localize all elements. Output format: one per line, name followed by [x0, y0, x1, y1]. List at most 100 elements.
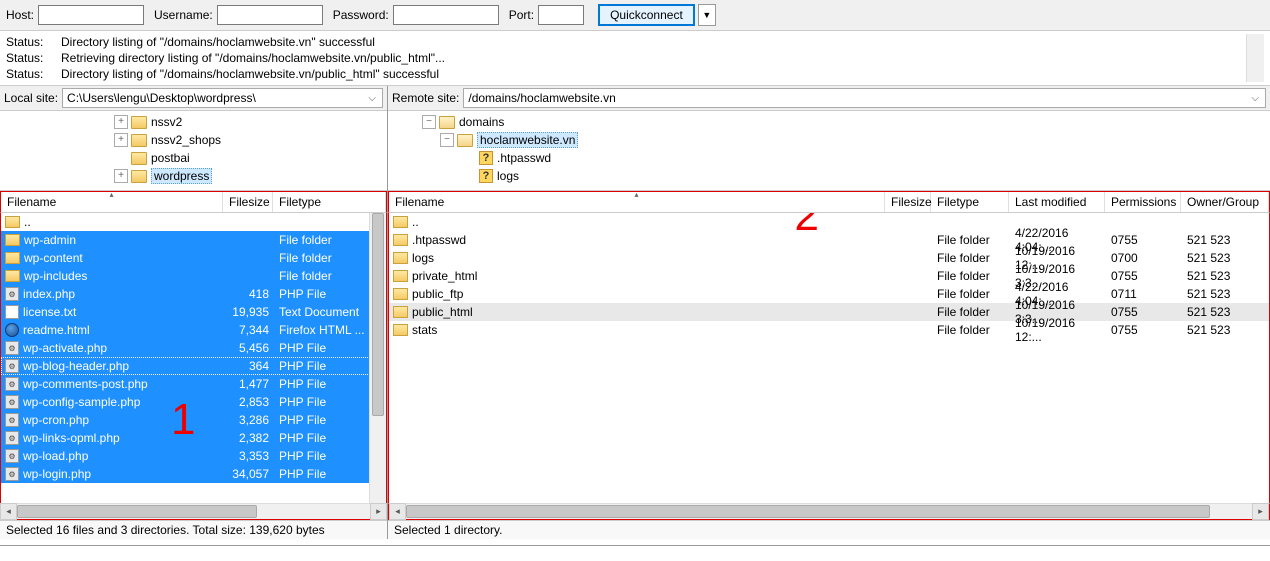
folder-icon — [393, 216, 408, 228]
tree-toggle-icon[interactable]: − — [440, 133, 454, 147]
folder-icon — [131, 116, 147, 129]
php-icon: ⚙ — [5, 359, 19, 373]
file-row[interactable]: ⚙wp-login.php34,057PHP File — [1, 465, 386, 483]
file-row[interactable]: .. — [1, 213, 386, 231]
col-owner[interactable]: Owner/Group — [1181, 192, 1269, 212]
chevron-down-icon[interactable]: ⌵ — [1249, 93, 1261, 104]
local-status: Selected 16 files and 3 directories. Tot… — [0, 520, 387, 539]
file-row[interactable]: license.txt19,935Text Document — [1, 303, 386, 321]
local-path-field[interactable]: C:\Users\lengu\Desktop\wordpress\ ⌵ — [62, 88, 383, 108]
file-size: 3,353 — [223, 449, 273, 463]
quickconnect-button[interactable]: Quickconnect — [598, 4, 695, 26]
tree-item[interactable]: −domains — [392, 113, 1270, 131]
file-row[interactable]: private_htmlFile folder10/19/2016 3:3...… — [389, 267, 1269, 285]
file-type: File folder — [931, 269, 1009, 283]
tree-toggle-icon[interactable]: + — [114, 169, 128, 183]
local-vscroll[interactable] — [369, 213, 386, 503]
file-row[interactable]: .. — [389, 213, 1269, 231]
file-row[interactable]: ⚙wp-activate.php5,456PHP File — [1, 339, 386, 357]
tree-item[interactable]: +nssv2_shops — [4, 131, 387, 149]
file-name: public_html — [412, 305, 473, 319]
port-input[interactable] — [538, 5, 584, 25]
file-modified: 10/19/2016 12:... — [1009, 316, 1105, 344]
file-row[interactable]: ⚙wp-comments-post.php1,477PHP File — [1, 375, 386, 393]
remote-headers[interactable]: ▴Filename Filesize Filetype Last modifie… — [388, 191, 1270, 213]
file-name: wp-comments-post.php — [23, 377, 148, 391]
tree-item[interactable]: ?logs — [392, 167, 1270, 185]
folder-icon — [393, 270, 408, 282]
tree-item[interactable]: +nssv2 — [4, 113, 387, 131]
quickconnect-dropdown[interactable]: ▼ — [698, 4, 716, 26]
tree-item[interactable]: +wordpress — [4, 167, 387, 185]
folder-icon — [5, 252, 20, 264]
file-row[interactable]: ⚙wp-links-opml.php2,382PHP File — [1, 429, 386, 447]
local-hscroll[interactable]: ◂ ▸ — [0, 503, 387, 520]
file-name: wp-activate.php — [23, 341, 107, 355]
folder-icon — [439, 116, 455, 129]
col-filename[interactable]: ▴Filename — [1, 192, 223, 212]
scroll-right-icon[interactable]: ▸ — [1252, 503, 1269, 520]
host-label: Host: — [6, 8, 34, 22]
tree-toggle-icon[interactable]: − — [422, 115, 436, 129]
file-permissions: 0700 — [1105, 251, 1181, 265]
file-row[interactable]: readme.html7,344Firefox HTML ... — [1, 321, 386, 339]
remote-tree[interactable]: −domains−hoclamwebsite.vn?.htpasswd?logs — [388, 111, 1270, 191]
col-filetype[interactable]: Filetype — [273, 192, 386, 212]
file-row[interactable]: wp-contentFile folder — [1, 249, 386, 267]
status-scrollbar[interactable] — [1246, 34, 1264, 82]
col-modified[interactable]: Last modified — [1009, 192, 1105, 212]
tree-toggle-icon[interactable]: + — [114, 115, 128, 129]
host-input[interactable] — [38, 5, 144, 25]
file-name: readme.html — [23, 323, 90, 337]
text-icon — [5, 305, 19, 319]
password-input[interactable] — [393, 5, 499, 25]
file-name: wp-load.php — [23, 449, 88, 463]
col-permissions[interactable]: Permissions — [1105, 192, 1181, 212]
file-row[interactable]: ⚙wp-cron.php3,286PHP File — [1, 411, 386, 429]
file-row[interactable]: ⚙wp-load.php3,353PHP File — [1, 447, 386, 465]
tree-item[interactable]: postbai — [4, 149, 387, 167]
file-row[interactable]: ⚙index.php418PHP File — [1, 285, 386, 303]
file-name: index.php — [23, 287, 75, 301]
folder-icon — [131, 170, 147, 183]
scroll-left-icon[interactable]: ◂ — [389, 503, 406, 520]
file-row[interactable]: statsFile folder10/19/2016 12:...0755521… — [389, 321, 1269, 339]
file-row[interactable]: ⚙wp-blog-header.php364PHP File — [1, 357, 386, 375]
file-row[interactable]: .htpasswdFile folder4/22/2016 4:04:...07… — [389, 231, 1269, 249]
scroll-right-icon[interactable]: ▸ — [370, 503, 387, 520]
remote-path-field[interactable]: /domains/hoclamwebsite.vn ⌵ — [463, 88, 1266, 108]
php-icon: ⚙ — [5, 467, 19, 481]
password-label: Password: — [333, 8, 389, 22]
local-headers[interactable]: ▴Filename Filesize Filetype — [0, 191, 387, 213]
username-input[interactable] — [217, 5, 323, 25]
tree-item[interactable]: −hoclamwebsite.vn — [392, 131, 1270, 149]
file-owner: 521 523 — [1181, 269, 1269, 283]
tree-item[interactable]: ?.htpasswd — [392, 149, 1270, 167]
file-row[interactable]: wp-includesFile folder — [1, 267, 386, 285]
file-permissions: 0755 — [1105, 233, 1181, 247]
file-permissions: 0711 — [1105, 287, 1181, 301]
local-filelist[interactable]: ..wp-adminFile folderwp-contentFile fold… — [0, 213, 387, 503]
php-icon: ⚙ — [5, 449, 19, 463]
status-label: Status: — [6, 34, 61, 50]
local-tree[interactable]: +nssv2+nssv2_shopspostbai+wordpress — [0, 111, 387, 191]
php-icon: ⚙ — [5, 395, 19, 409]
col-filesize[interactable]: Filesize — [885, 192, 931, 212]
file-row[interactable]: public_ftpFile folder4/22/2016 4:04:...0… — [389, 285, 1269, 303]
local-site-label: Local site: — [4, 91, 58, 105]
status-label: Status: — [6, 50, 61, 66]
col-filename[interactable]: ▴Filename — [389, 192, 885, 212]
file-row[interactable]: logsFile folder10/19/2016 12:...0700521 … — [389, 249, 1269, 267]
tree-toggle-icon[interactable]: + — [114, 133, 128, 147]
file-row[interactable]: public_htmlFile folder10/19/2016 3:3...0… — [389, 303, 1269, 321]
file-size: 2,382 — [223, 431, 273, 445]
col-filesize[interactable]: Filesize — [223, 192, 273, 212]
scroll-left-icon[interactable]: ◂ — [0, 503, 17, 520]
chevron-down-icon[interactable]: ⌵ — [366, 93, 378, 104]
remote-filelist[interactable]: ...htpasswdFile folder4/22/2016 4:04:...… — [388, 213, 1270, 503]
remote-hscroll[interactable]: ◂ ▸ — [388, 503, 1270, 520]
file-name: private_html — [412, 269, 477, 283]
file-row[interactable]: ⚙wp-config-sample.php2,853PHP File — [1, 393, 386, 411]
file-row[interactable]: wp-adminFile folder — [1, 231, 386, 249]
col-filetype[interactable]: Filetype — [931, 192, 1009, 212]
